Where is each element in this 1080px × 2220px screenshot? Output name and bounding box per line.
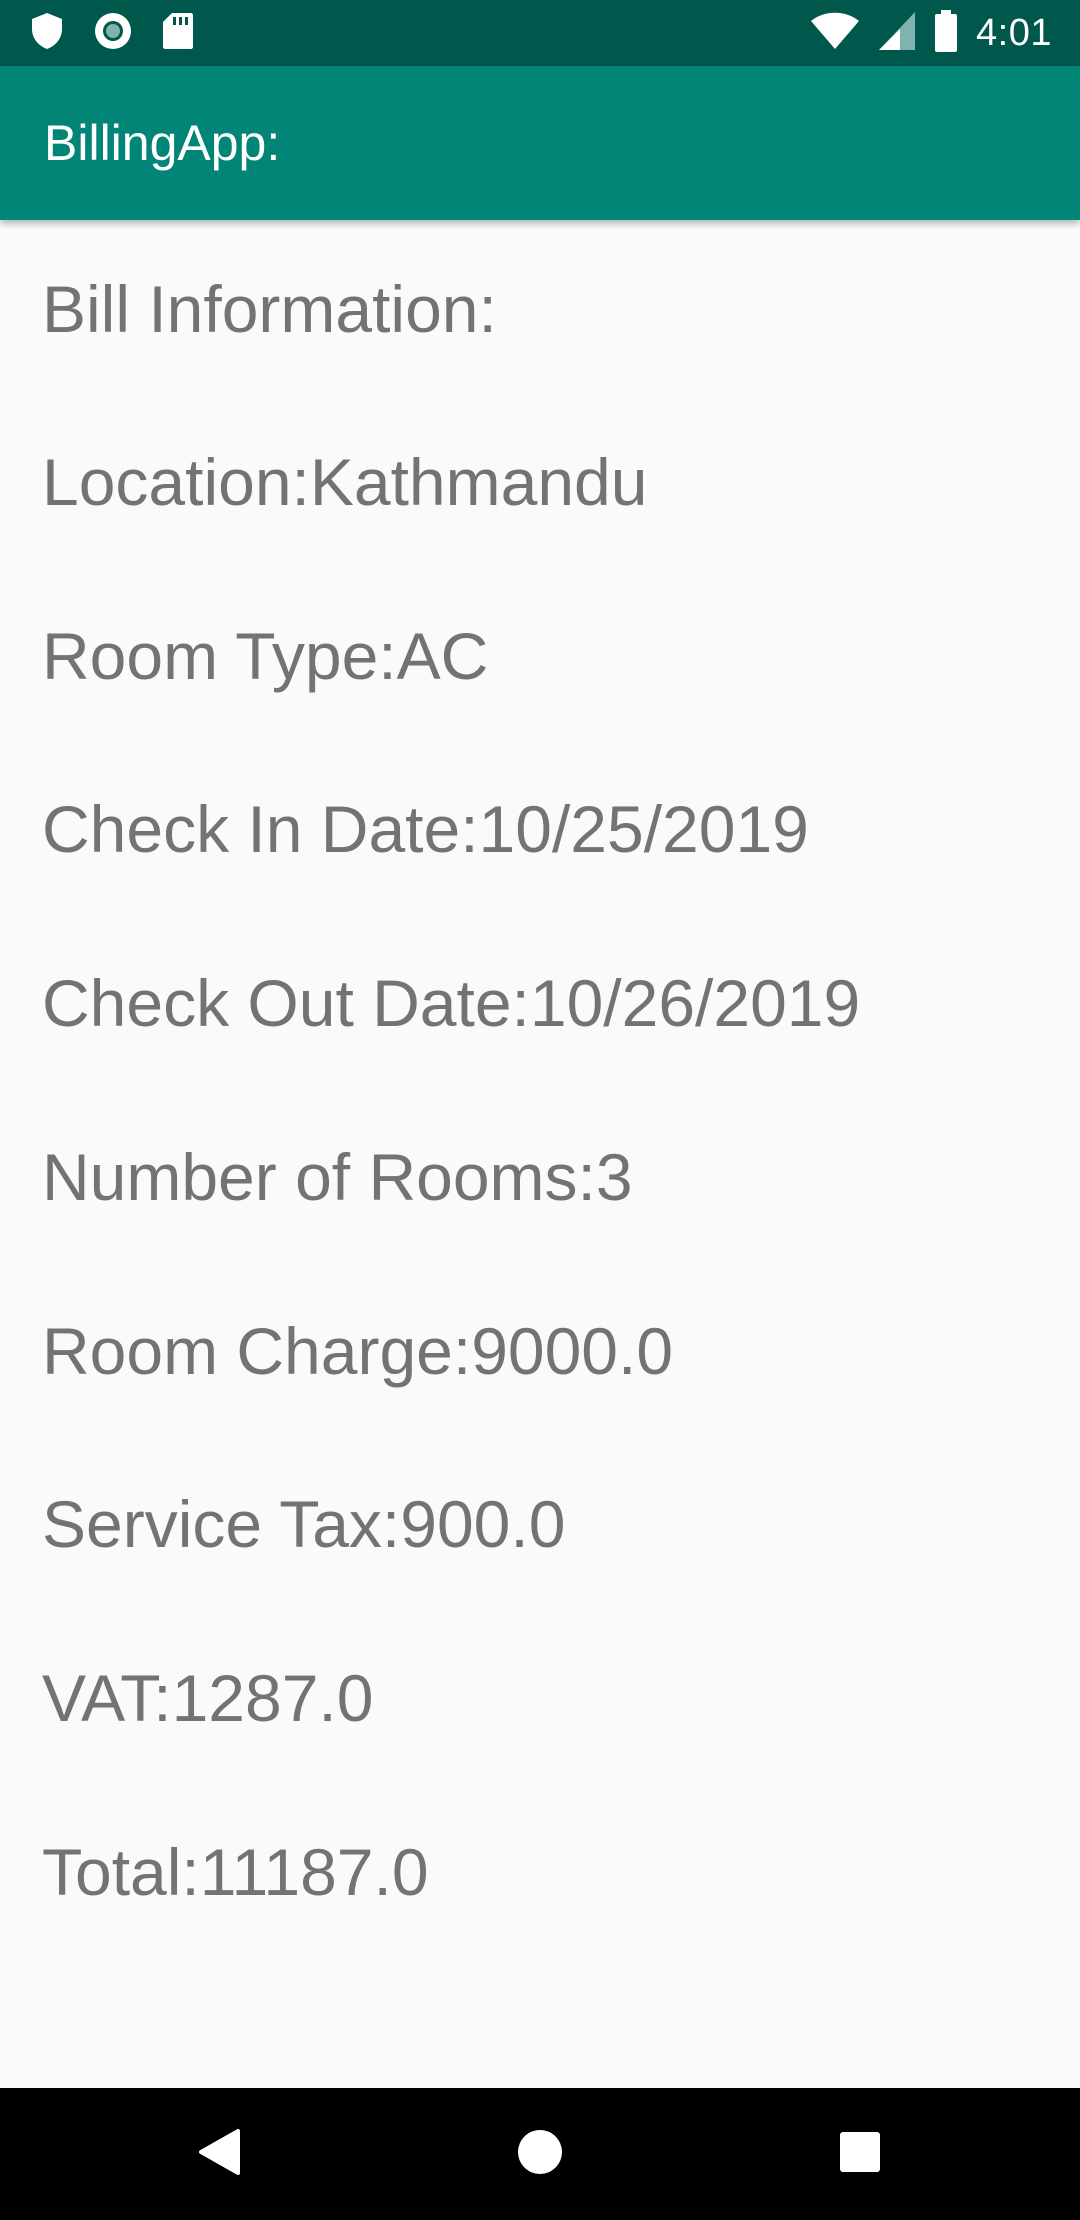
back-icon xyxy=(198,2128,242,2181)
room-type-text: Room Type:AC xyxy=(42,619,489,693)
check-out-date-text: Check Out Date:10/26/2019 xyxy=(42,966,861,1040)
bill-heading: Bill Information: xyxy=(42,272,497,346)
battery-icon xyxy=(934,9,958,57)
navigation-bar xyxy=(0,2088,1080,2220)
circle-record-icon xyxy=(94,12,132,55)
recents-button[interactable] xyxy=(794,2088,926,2220)
sd-card-icon xyxy=(162,12,194,55)
status-left-icons xyxy=(30,0,194,66)
number-of-rooms-text: Number of Rooms:3 xyxy=(42,1140,633,1214)
cell-signal-icon xyxy=(878,11,916,56)
room-charge-text: Room Charge:9000.0 xyxy=(42,1314,674,1388)
home-button[interactable] xyxy=(474,2088,606,2220)
app-title: BillingApp: xyxy=(44,115,281,171)
total-text: Total:11187.0 xyxy=(42,1835,429,1909)
wifi-icon xyxy=(810,11,860,56)
recents-icon xyxy=(839,2131,881,2178)
home-icon xyxy=(517,2129,563,2180)
service-tax-text: Service Tax:900.0 xyxy=(42,1487,566,1561)
status-right-icons: 4:01 xyxy=(810,0,1052,66)
bill-content: Bill Information: Location:Kathmandu Roo… xyxy=(0,220,1080,2088)
status-time: 4:01 xyxy=(976,11,1052,54)
check-in-date-text: Check In Date:10/25/2019 xyxy=(42,792,809,866)
location-text: Location:Kathmandu xyxy=(42,445,648,519)
status-bar: 4:01 xyxy=(0,0,1080,66)
vat-text: VAT:1287.0 xyxy=(42,1661,374,1735)
shield-icon xyxy=(30,12,64,55)
app-bar: BillingApp: xyxy=(0,66,1080,220)
back-button[interactable] xyxy=(154,2088,286,2220)
